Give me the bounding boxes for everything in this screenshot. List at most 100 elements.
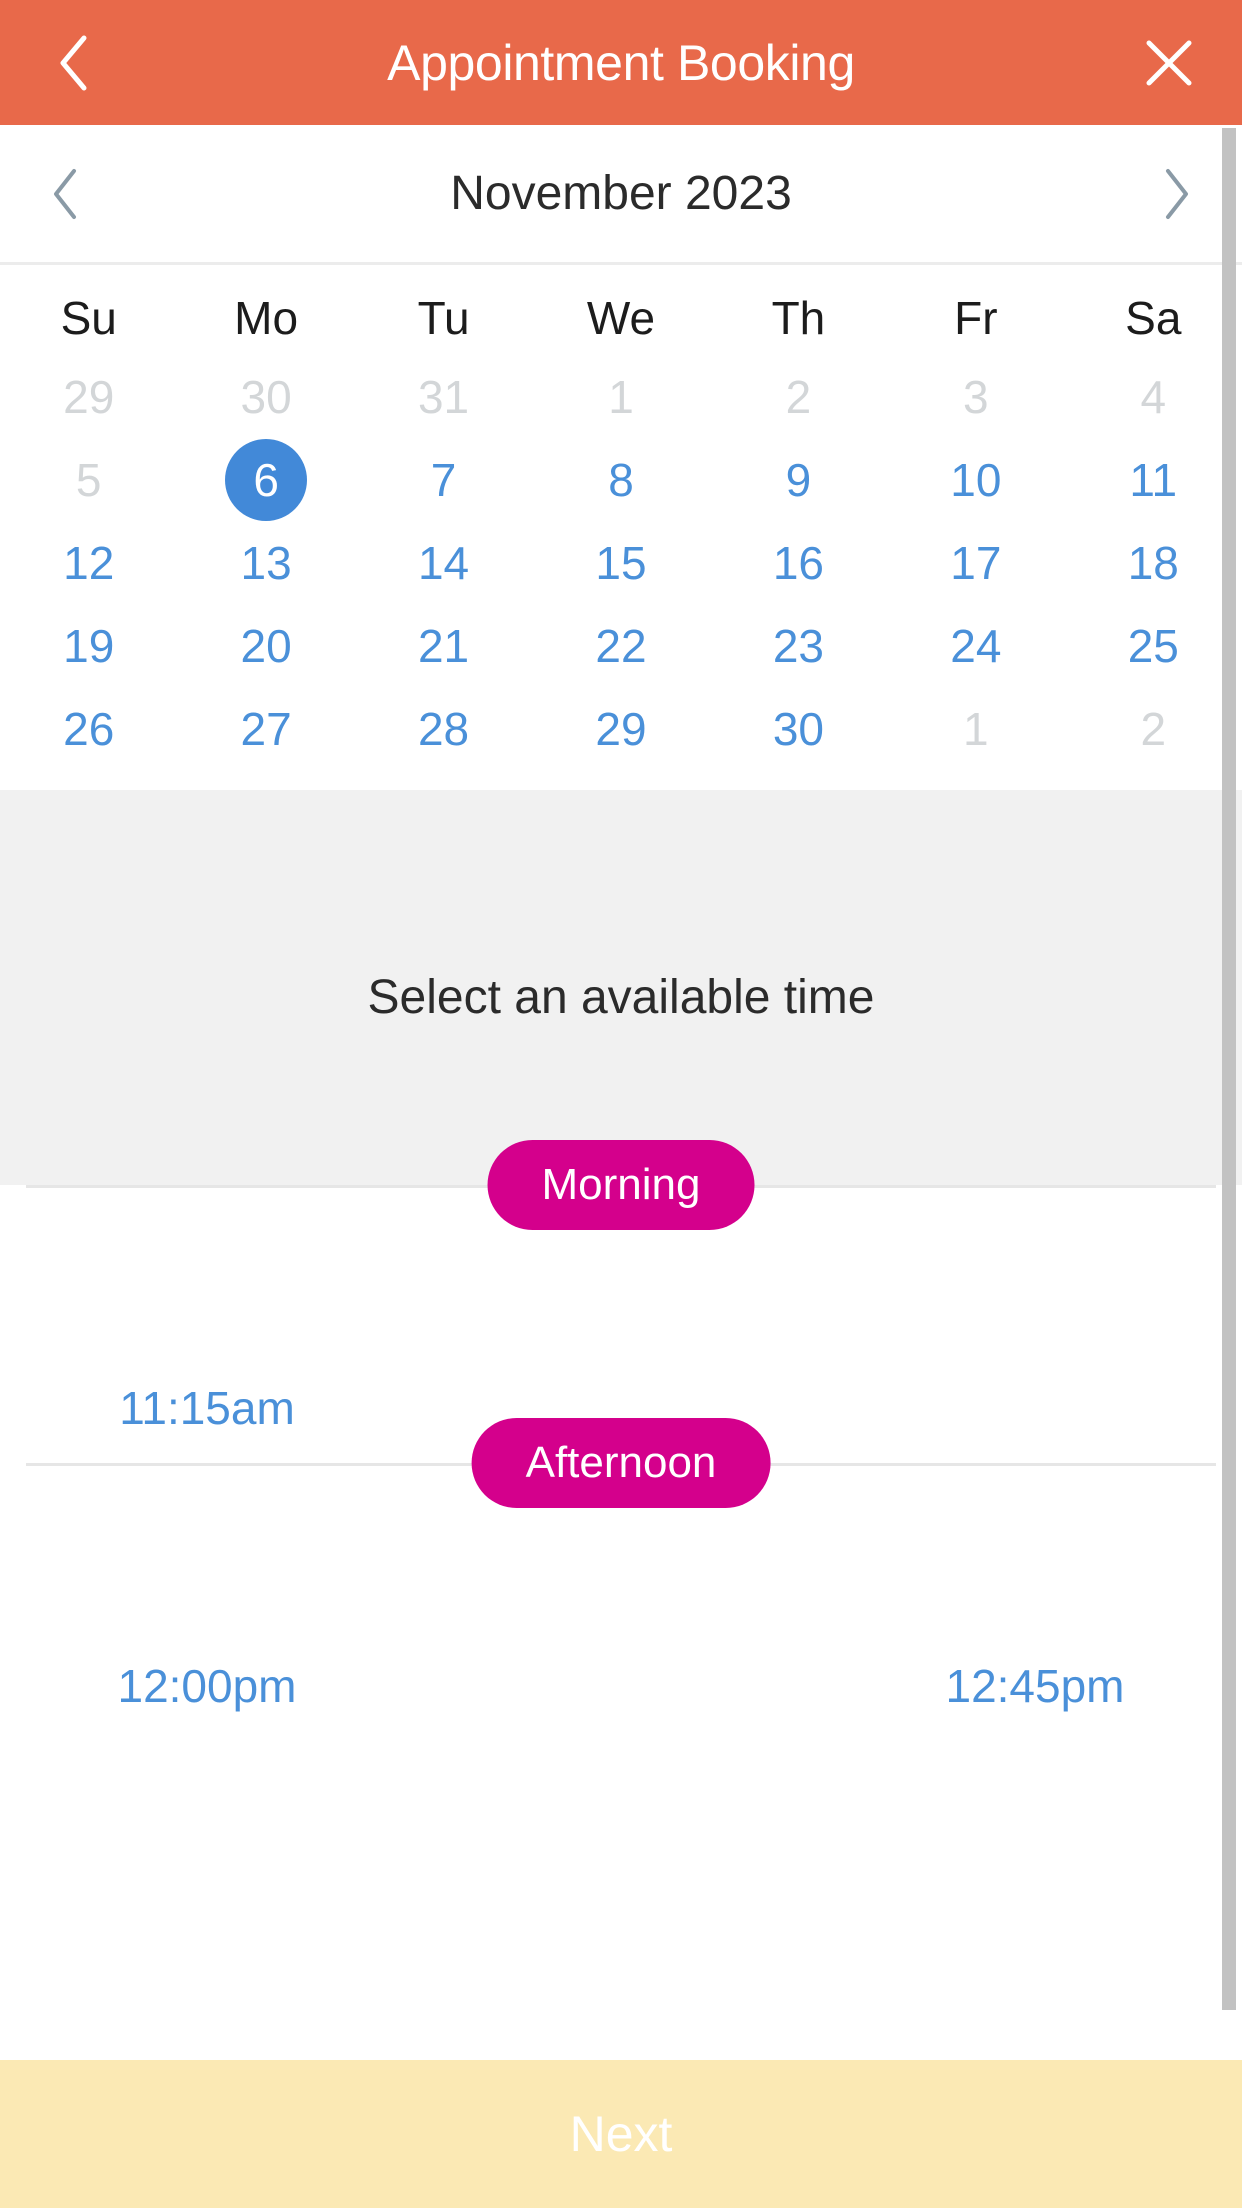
- calendar-day[interactable]: 27: [177, 687, 354, 770]
- calendar-month-header: November 2023: [0, 125, 1242, 262]
- calendar-day[interactable]: 29: [532, 687, 709, 770]
- calendar-day-label: 10: [950, 453, 1002, 506]
- calendar-day: 1: [887, 687, 1064, 770]
- next-button-label: Next: [569, 2106, 673, 2162]
- calendar-day[interactable]: 30: [710, 687, 887, 770]
- calendar-day[interactable]: 17: [887, 521, 1064, 604]
- page-title: Appointment Booking: [387, 34, 855, 91]
- period-toggle-morning[interactable]: Morning: [487, 1140, 755, 1230]
- calendar-day-label: 20: [240, 619, 292, 672]
- appointment-booking-screen: Appointment Booking November 2023 Su Mo …: [0, 0, 1242, 2208]
- calendar-day-label: 25: [1127, 619, 1179, 672]
- calendar-day-grid: 29 30 31 1 2 3 4 5 6 7 8 9 10 11 12 13 14 15 16 17 18 19 20 21 2…: [0, 355, 1242, 790]
- calendar-day-label: 1: [963, 702, 989, 755]
- vertical-scrollbar-thumb[interactable]: [1222, 128, 1236, 2010]
- calendar-day[interactable]: 16: [710, 521, 887, 604]
- calendar-day-label: 14: [417, 536, 470, 589]
- next-button[interactable]: Next: [0, 2060, 1242, 2208]
- calendar-day-label: 18: [1127, 536, 1179, 589]
- next-month-button[interactable]: [1138, 155, 1216, 233]
- period-toggle-afternoon[interactable]: Afternoon: [471, 1418, 771, 1508]
- month-label: November 2023: [450, 167, 792, 220]
- calendar-day-label: 22: [595, 619, 647, 672]
- calendar-day: 31: [355, 355, 532, 438]
- calendar-day-label: 31: [417, 370, 470, 423]
- calendar-day: 2: [710, 355, 887, 438]
- calendar-day-label: 7: [430, 453, 457, 506]
- calendar-day-label: 15: [595, 536, 647, 589]
- calendar-day-label: 30: [240, 370, 292, 423]
- calendar-day: 5: [0, 438, 177, 521]
- prev-month-button[interactable]: [26, 155, 104, 233]
- calendar-day[interactable]: 11: [1065, 438, 1242, 521]
- calendar-day-label: 13: [240, 536, 292, 589]
- weekday-label: Su: [60, 292, 117, 344]
- calendar-day[interactable]: 8: [532, 438, 709, 521]
- calendar-day-label: 28: [417, 702, 470, 755]
- calendar-day[interactable]: 18: [1065, 521, 1242, 604]
- calendar-day[interactable]: 26: [0, 687, 177, 770]
- calendar-day-label: 8: [608, 453, 634, 506]
- calendar-day[interactable]: 28: [355, 687, 532, 770]
- afternoon-slots-grid: 12:00pm 12:45pm: [0, 1631, 1242, 1741]
- time-slot-empty: [414, 1631, 828, 1741]
- calendar-day-label: 5: [75, 453, 102, 506]
- calendar-day-label: 19: [63, 619, 115, 672]
- chevron-right-icon: [1162, 167, 1192, 221]
- calendar-day[interactable]: 22: [532, 604, 709, 687]
- back-button[interactable]: [34, 24, 112, 102]
- booking-scroll-area[interactable]: November 2023 Su Mo Tu We Th Fr Sa 29 30 3…: [0, 125, 1242, 2060]
- close-icon: [1143, 37, 1195, 89]
- calendar-day-label: 30: [772, 702, 824, 755]
- calendar-day-label: 11: [1129, 453, 1178, 506]
- calendar-day-label: 21: [417, 619, 470, 672]
- calendar-day[interactable]: 9: [710, 438, 887, 521]
- calendar-day[interactable]: 12: [0, 521, 177, 604]
- calendar-day-label: 3: [963, 370, 989, 423]
- calendar-day[interactable]: 7: [355, 438, 532, 521]
- calendar-day[interactable]: 13: [177, 521, 354, 604]
- time-slot[interactable]: 12:00pm: [0, 1631, 414, 1741]
- time-slot[interactable]: 12:45pm: [828, 1631, 1242, 1741]
- calendar-day[interactable]: 10: [887, 438, 1064, 521]
- weekday-label: Sa: [1125, 292, 1182, 344]
- calendar-day-label: 9: [785, 453, 812, 506]
- calendar-day-label: 29: [63, 370, 115, 423]
- calendar-day[interactable]: 14: [355, 521, 532, 604]
- calendar-day[interactable]: 25: [1065, 604, 1242, 687]
- calendar-day[interactable]: 19: [0, 604, 177, 687]
- calendar-day-label: 17: [950, 536, 1002, 589]
- calendar-day: 30: [177, 355, 354, 438]
- calendar-day-label: 24: [950, 619, 1002, 672]
- calendar-day-label: 1: [608, 370, 634, 423]
- calendar-day: 3: [887, 355, 1064, 438]
- calendar-day-selected[interactable]: 6: [177, 438, 354, 521]
- weekday-header-row: Su Mo Tu We Th Fr Sa: [0, 265, 1242, 355]
- time-selection-panel: Select an available time: [0, 790, 1242, 1185]
- calendar-day[interactable]: 15: [532, 521, 709, 604]
- calendar-day-label: 2: [785, 370, 812, 423]
- calendar-day-label: 29: [595, 702, 647, 755]
- weekday-label: Mo: [234, 292, 299, 344]
- weekday-label: We: [586, 292, 656, 344]
- calendar-day[interactable]: 24: [887, 604, 1064, 687]
- calendar-day-label: 23: [772, 619, 824, 672]
- calendar-day: 1: [532, 355, 709, 438]
- calendar-day: 29: [0, 355, 177, 438]
- calendar-day-label: 6: [225, 438, 308, 521]
- calendar-day[interactable]: 21: [355, 604, 532, 687]
- weekday-label: Th: [771, 292, 826, 344]
- close-button[interactable]: [1130, 24, 1208, 102]
- time-slot-empty: [828, 1353, 1242, 1463]
- time-slot[interactable]: 11:15am: [0, 1353, 414, 1463]
- calendar-day-label: 27: [240, 702, 292, 755]
- calendar-day: 2: [1065, 687, 1242, 770]
- chevron-left-icon: [56, 33, 90, 93]
- calendar-day[interactable]: 23: [710, 604, 887, 687]
- calendar-day-label: 2: [1140, 702, 1167, 755]
- app-header: Appointment Booking: [0, 0, 1242, 125]
- calendar-day[interactable]: 20: [177, 604, 354, 687]
- chevron-left-icon: [50, 167, 80, 221]
- calendar-day-label: 4: [1140, 370, 1167, 423]
- weekday-label: Fr: [954, 292, 998, 344]
